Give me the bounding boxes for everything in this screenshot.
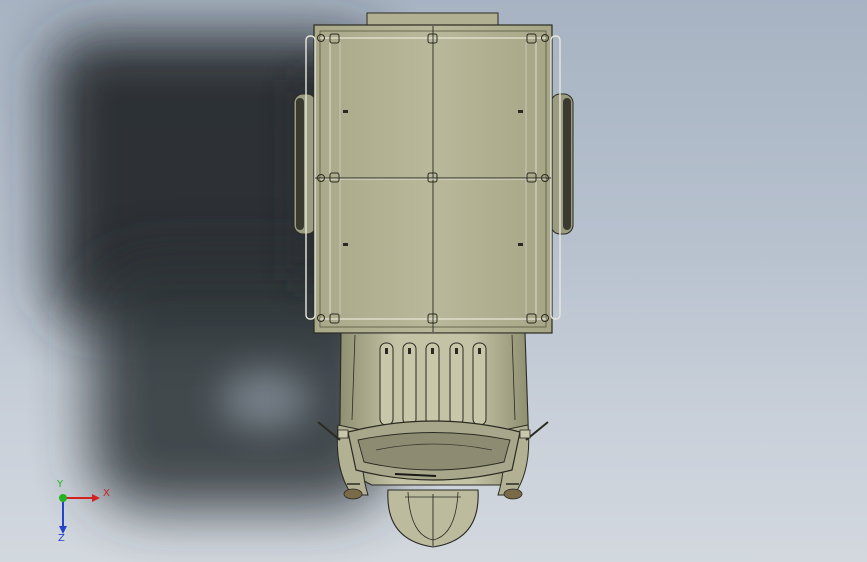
roof-tab <box>366 12 499 27</box>
orientation-triad: X Y Z <box>46 480 116 545</box>
z-axis-label: Z <box>58 533 65 544</box>
y-axis-label: Y <box>57 479 64 490</box>
graphics-viewport[interactable]: X Y Z <box>0 0 867 562</box>
x-axis-label: X <box>103 488 110 499</box>
cargo-box[interactable] <box>305 24 561 334</box>
cab-hood[interactable] <box>317 332 549 548</box>
model-view[interactable] <box>0 0 867 562</box>
